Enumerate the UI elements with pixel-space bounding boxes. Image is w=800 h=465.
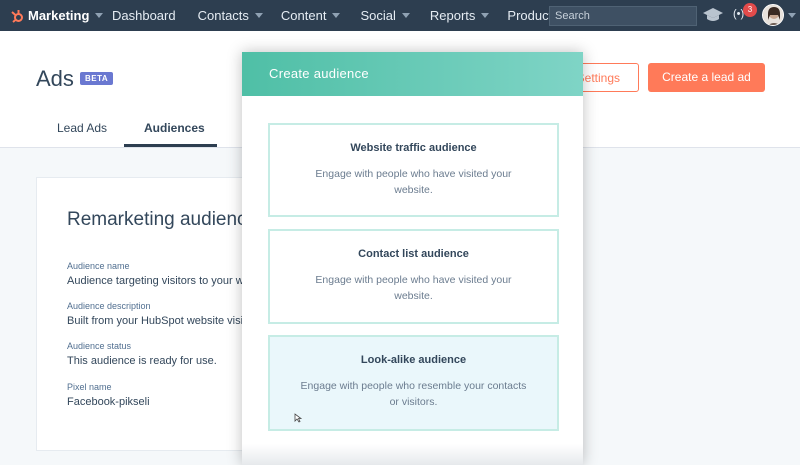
audience-description-label: Audience description: [67, 301, 151, 311]
pixel-name-value: Facebook-pikseli: [67, 396, 150, 408]
create-audience-modal: Create audience Website traffic audience…: [242, 52, 583, 465]
option-title: Contact list audience: [358, 248, 469, 260]
page-title: Ads: [36, 66, 74, 91]
option-title: Look-alike audience: [360, 354, 467, 366]
beta-badge: BETA: [80, 72, 114, 85]
option-description: Engage with people who have visited your…: [315, 274, 512, 302]
option-description: Engage with people who have visited your…: [315, 168, 512, 196]
nav-item-reports[interactable]: Reports: [430, 0, 490, 31]
website-traffic-audience-option[interactable]: Website traffic audience Engage with peo…: [268, 123, 559, 217]
audience-name-label: Audience name: [67, 261, 130, 271]
brand-menu[interactable]: Marketing: [0, 0, 104, 31]
modal-header: Create audience: [242, 52, 583, 96]
audience-name-value: Audience targeting visitors to your w: [67, 275, 244, 287]
option-description: Engage with people who resemble your con…: [300, 380, 527, 408]
active-tab-indicator: [124, 144, 217, 147]
modal-footer: [242, 444, 583, 465]
nav-item-label: Reports: [429, 8, 476, 23]
audience-description-value: Built from your HubSpot website visit: [67, 315, 247, 327]
nav-item-label: Dashboard: [112, 8, 176, 23]
nav-item-label: Contacts: [197, 8, 249, 23]
chevron-down-icon: [401, 13, 410, 18]
nav-item-social[interactable]: Social: [360, 0, 410, 31]
nav-item-content[interactable]: Content: [281, 0, 341, 31]
mouse-pointer-icon: [294, 410, 303, 428]
audience-status-value: This audience is ready for use.: [67, 355, 217, 367]
look-alike-audience-option[interactable]: Look-alike audience Engage with people w…: [268, 335, 559, 431]
academy-graduation-cap-icon[interactable]: [703, 7, 723, 28]
nav-item-label: Content: [280, 8, 327, 23]
notification-count-badge: 3: [743, 3, 757, 17]
create-lead-ad-button[interactable]: Create a lead ad: [648, 63, 765, 92]
chevron-down-icon: [254, 13, 263, 18]
hubspot-logo-icon: [10, 9, 24, 23]
tab-lead-ads[interactable]: Lead Ads: [57, 121, 107, 135]
chevron-down-icon: [481, 13, 490, 18]
search-input[interactable]: [549, 6, 697, 26]
contact-list-audience-option[interactable]: Contact list audience Engage with people…: [268, 229, 559, 324]
nav-item-contacts[interactable]: Contacts: [198, 0, 263, 31]
settings-button[interactable]: Settings: [575, 63, 639, 92]
avatar[interactable]: [762, 4, 784, 26]
brand-label: Marketing: [28, 8, 90, 23]
card-title: Remarketing audience: [67, 209, 258, 230]
chevron-down-icon: [332, 13, 341, 18]
pixel-name-label: Pixel name: [67, 382, 112, 392]
audience-status-label: Audience status: [67, 341, 132, 351]
option-title: Website traffic audience: [350, 142, 477, 154]
chevron-down-icon: [95, 13, 104, 18]
nav-item-dashboard[interactable]: Dashboard: [112, 0, 176, 31]
modal-title: Create audience: [269, 66, 369, 81]
nav-item-label: Social: [360, 8, 396, 23]
tab-audiences[interactable]: Audiences: [144, 121, 205, 135]
chevron-down-icon[interactable]: [788, 13, 796, 18]
remarketing-audience-card: Remarketing audience Audience name Audie…: [36, 177, 258, 451]
